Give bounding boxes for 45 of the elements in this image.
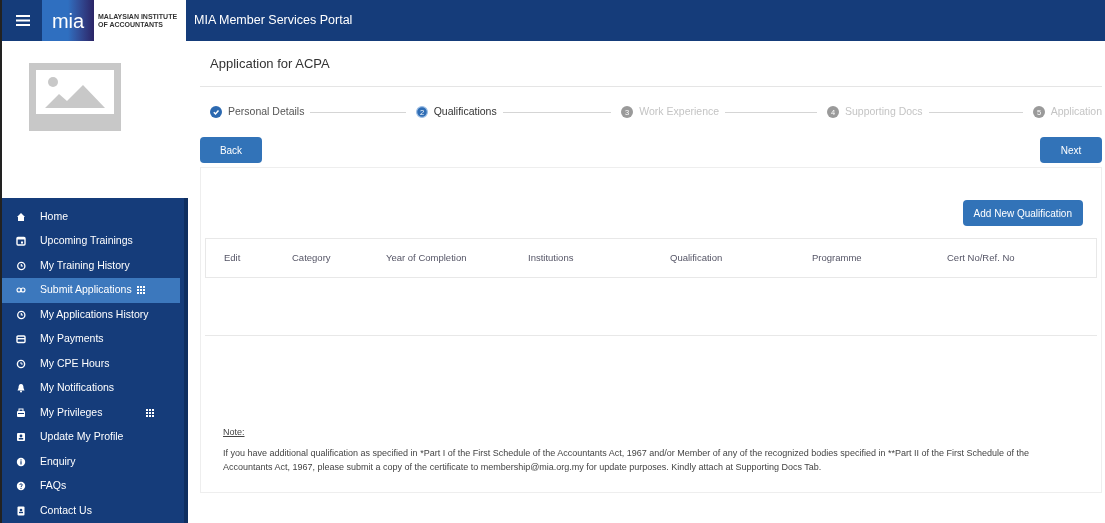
logo: mia xyxy=(42,0,94,41)
menu-icon[interactable] xyxy=(16,15,30,26)
note-heading: Note: xyxy=(223,425,245,439)
step-label[interactable]: Qualifications xyxy=(433,104,497,120)
sidebar-item[interactable]: Contact Us xyxy=(2,498,180,523)
sidebar-item[interactable]: My Privileges xyxy=(2,400,180,425)
info-icon xyxy=(16,456,26,467)
portal-title: MIA Member Services Portal xyxy=(194,12,353,30)
sidebar-item[interactable]: FAQs xyxy=(2,474,180,499)
column-header: Category xyxy=(292,250,332,265)
column-header: Edit xyxy=(223,250,242,265)
sidebar-item[interactable]: Home xyxy=(2,204,180,229)
column-header: Qualification xyxy=(670,250,724,265)
sidebar-item[interactable]: My Training History xyxy=(2,253,180,278)
profile-card-icon xyxy=(16,432,26,443)
add-qualification-button[interactable]: Add New Qualification xyxy=(962,200,1083,226)
sidebar-item[interactable]: My Payments xyxy=(2,327,180,352)
back-button[interactable]: Back xyxy=(200,137,262,163)
contact-card-icon xyxy=(16,505,26,516)
history-icon xyxy=(16,309,26,320)
link-icon xyxy=(16,285,26,296)
column-header: Year of Completion xyxy=(386,250,468,265)
sidebar-item[interactable]: My CPE Hours xyxy=(2,351,180,376)
sidebar-item[interactable]: My Notifications xyxy=(2,376,180,401)
note-text: If you have additional qualification as specified in *Part I of the First Schedule of the Accountants Act, 1967 and/or Member of any of the recognized bodies specified in **Part II of the First Schedule of the Accountants Act, 1967, please submit a copy of the certificate to membership@mia.org.my for update purposes. Kindly attach at Supporting Docs Tab. xyxy=(223,447,1030,474)
sidebar-item[interactable]: Update My Profile xyxy=(2,425,180,450)
sidebar-item[interactable]: My Applications History xyxy=(2,302,180,327)
column-header: Cert No/Ref. No xyxy=(947,250,1016,265)
page-title: Application for ACPA xyxy=(200,41,1102,87)
history-icon xyxy=(16,260,26,271)
column-header: Programme xyxy=(812,250,863,265)
sidebar-item[interactable]: Submit Applications xyxy=(2,278,180,303)
calendar-icon xyxy=(16,236,26,247)
question-icon xyxy=(16,481,26,492)
briefcase-icon xyxy=(16,407,26,418)
bell-icon xyxy=(16,383,26,394)
profile-picture-placeholder-icon xyxy=(29,63,121,131)
clock-icon xyxy=(16,358,26,369)
home-icon xyxy=(16,211,26,222)
sidebar-item[interactable]: Upcoming Trainings xyxy=(2,229,180,254)
sidebar-item[interactable]: Enquiry xyxy=(2,449,180,474)
credit-card-icon xyxy=(16,334,26,345)
column-header: Institutions xyxy=(528,250,575,265)
next-button[interactable]: Next xyxy=(1040,137,1102,163)
step-label[interactable]: Personal Details xyxy=(228,104,305,120)
